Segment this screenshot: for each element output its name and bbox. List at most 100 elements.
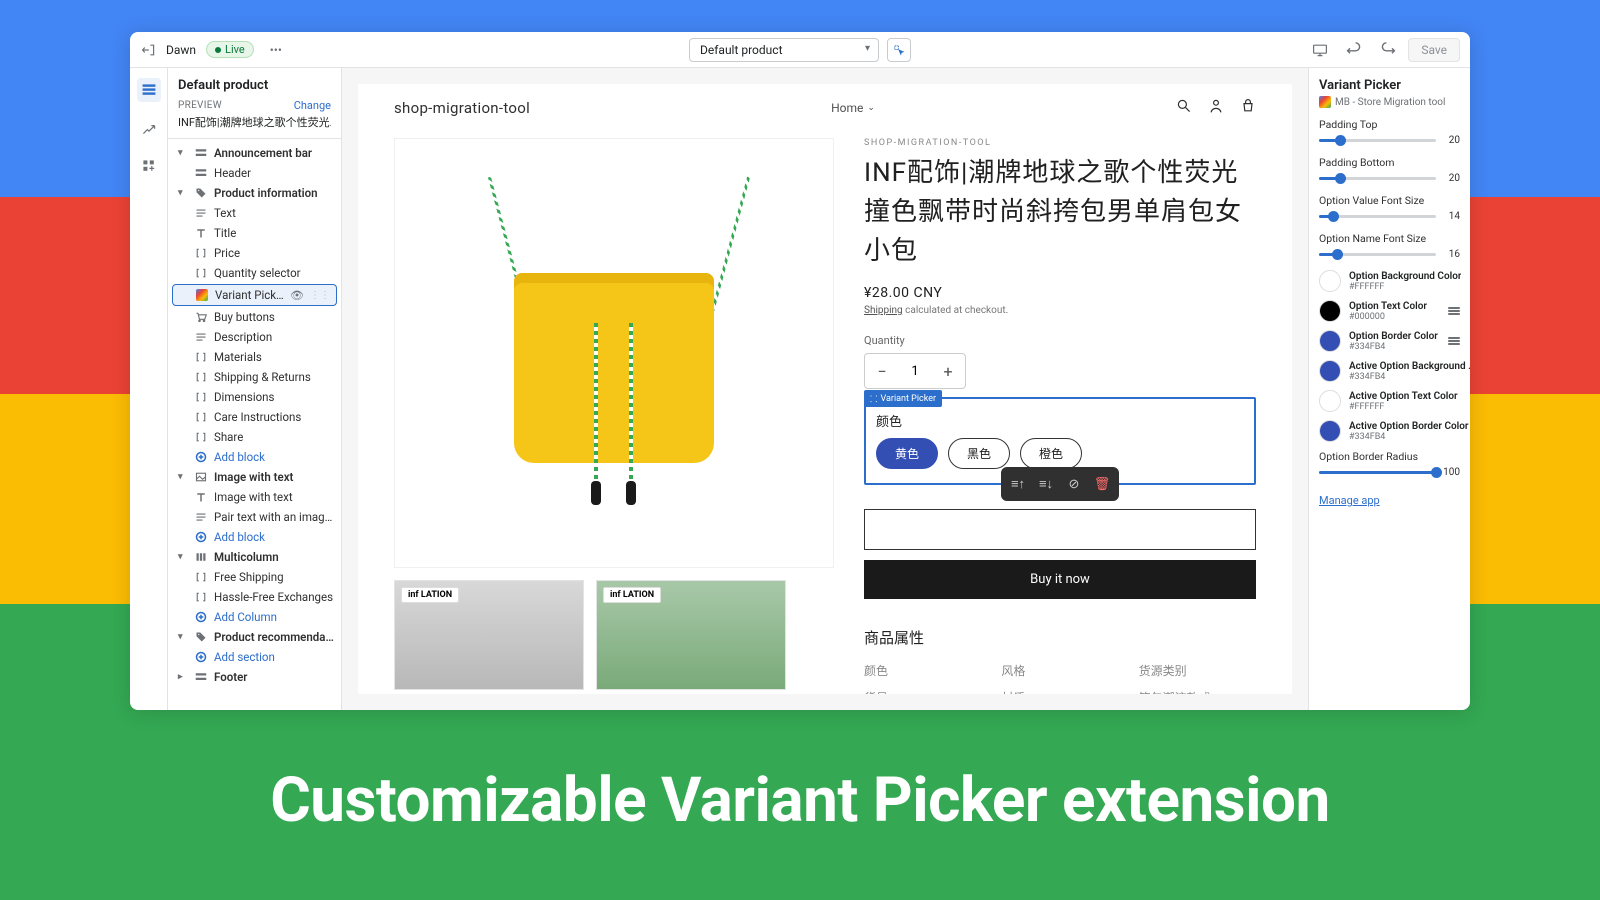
slider-label: Padding Top bbox=[1319, 118, 1460, 131]
attr-label: 箱包潮流款式 bbox=[1139, 689, 1256, 694]
product-thumb[interactable]: inf LATION bbox=[596, 580, 786, 690]
inspector-toggle[interactable] bbox=[887, 38, 911, 62]
block-toolbar: ≡↑ ≡↓ ⊘ 🗑 bbox=[1001, 467, 1119, 501]
move-down-icon[interactable]: ≡↓ bbox=[1033, 471, 1059, 497]
exit-icon[interactable] bbox=[140, 42, 156, 58]
tree-add-block[interactable]: Add block bbox=[168, 527, 341, 547]
tree-pair-text-with-an-image-to-f-[interactable]: Pair text with an image to f... bbox=[168, 507, 341, 527]
slider[interactable]: 16 bbox=[1319, 249, 1460, 260]
tree-add-block[interactable]: Add block bbox=[168, 447, 341, 467]
sections-panel: Default product PREVIEW Change INF配饰|潮牌地… bbox=[168, 68, 342, 710]
tree-variant-picker[interactable]: Variant Picker👁⋮⋮ bbox=[172, 284, 337, 306]
buy-now-button[interactable]: Buy it now bbox=[864, 560, 1256, 599]
tree-text[interactable]: Text bbox=[168, 203, 341, 223]
color-setting[interactable]: Active Option Background ...#334FB4 bbox=[1319, 360, 1460, 382]
tree-image-with-text[interactable]: ▾Image with text bbox=[168, 467, 341, 487]
product-title: INF配饰|潮牌地球之歌个性荧光撞色飘带时尚斜挎包男单肩包女小包 bbox=[864, 154, 1256, 271]
variant-option[interactable]: 黑色 bbox=[948, 438, 1010, 469]
attr-label: 风格 bbox=[1001, 662, 1118, 679]
color-setting[interactable]: Option Text Color#000000 bbox=[1319, 300, 1460, 322]
app-window: Dawn Live ••• Default product Save Defau… bbox=[130, 32, 1470, 710]
tree-share[interactable]: Share bbox=[168, 427, 341, 447]
template-select[interactable]: Default product bbox=[689, 38, 879, 62]
qty-input[interactable] bbox=[899, 354, 931, 388]
tree-materials[interactable]: Materials bbox=[168, 347, 341, 367]
delete-icon[interactable]: 🗑 bbox=[1089, 471, 1115, 497]
color-setting[interactable]: Active Option Border Color#334FB4 bbox=[1319, 420, 1460, 442]
add-to-cart-button[interactable] bbox=[864, 509, 1256, 550]
manage-app-link[interactable]: Manage app bbox=[1319, 494, 1380, 507]
tree-hassle-free-exchanges[interactable]: Hassle-Free Exchanges bbox=[168, 587, 341, 607]
desktop-view-icon[interactable] bbox=[1306, 36, 1334, 64]
move-up-icon[interactable]: ≡↑ bbox=[1005, 471, 1031, 497]
tree-image-with-text[interactable]: Image with text bbox=[168, 487, 341, 507]
preview-canvas: shop-migration-tool Home ⌄ bbox=[342, 68, 1308, 710]
theme-name: Dawn bbox=[166, 43, 196, 57]
tree-description[interactable]: Description bbox=[168, 327, 341, 347]
preview-product[interactable]: INF配饰|潮牌地球之歌个性荧光... bbox=[178, 114, 331, 130]
topbar: Dawn Live ••• Default product Save bbox=[130, 32, 1470, 68]
slider-label: Option Value Font Size bbox=[1319, 194, 1460, 207]
tree-multicolumn[interactable]: ▾Multicolumn bbox=[168, 547, 341, 567]
attr-label: 货源类别 bbox=[1139, 662, 1256, 679]
tree-price[interactable]: Price bbox=[168, 243, 341, 263]
tree-title[interactable]: Title bbox=[168, 223, 341, 243]
account-icon[interactable] bbox=[1208, 98, 1224, 118]
variant-option[interactable]: 橙色 bbox=[1020, 438, 1082, 469]
app-badge: MB - Store Migration tool bbox=[1319, 96, 1460, 108]
radius-slider[interactable]: 100 bbox=[1319, 467, 1460, 478]
attr-label: 颜色 bbox=[864, 662, 981, 679]
variant-option[interactable]: 黄色 bbox=[876, 438, 938, 469]
tree-shipping-returns[interactable]: Shipping & Returns bbox=[168, 367, 341, 387]
nav-home[interactable]: Home ⌄ bbox=[831, 101, 875, 115]
redo-icon[interactable] bbox=[1374, 36, 1402, 64]
save-button[interactable]: Save bbox=[1408, 38, 1460, 62]
status-badge: Live bbox=[206, 41, 254, 58]
more-menu[interactable]: ••• bbox=[264, 41, 288, 59]
product-image bbox=[394, 138, 834, 568]
preview-label: PREVIEW bbox=[178, 100, 222, 111]
tree-product-information[interactable]: ▾Product information bbox=[168, 183, 341, 203]
tree-buy-buttons[interactable]: Buy buttons bbox=[168, 307, 341, 327]
tree-add-column[interactable]: Add Column bbox=[168, 607, 341, 627]
slider-label: Padding Bottom bbox=[1319, 156, 1460, 169]
variant-picker-block[interactable]: ⸬ Variant Picker 颜色 黄色黑色橙色 ≡↑ ≡↓ ⊘ 🗑 bbox=[864, 397, 1256, 485]
tree-free-shipping[interactable]: Free Shipping bbox=[168, 567, 341, 587]
product-thumb[interactable]: inf LATION bbox=[394, 580, 584, 690]
change-preview-link[interactable]: Change bbox=[294, 99, 331, 112]
slider[interactable]: 14 bbox=[1319, 211, 1460, 222]
store-name: shop-migration-tool bbox=[394, 99, 530, 117]
slider[interactable]: 20 bbox=[1319, 135, 1460, 146]
visibility-icon: 👁 bbox=[290, 289, 304, 302]
color-setting[interactable]: Active Option Text Color#FFFFFF bbox=[1319, 390, 1460, 412]
radius-label: Option Border Radius bbox=[1319, 450, 1460, 463]
panel-title: Default product bbox=[168, 68, 341, 99]
product-vendor: SHOP-MIGRATION-TOOL bbox=[864, 138, 1256, 148]
tree-announcement-bar[interactable]: ▾Announcement bar bbox=[168, 143, 341, 163]
option-name: 颜色 bbox=[876, 411, 1244, 430]
rail-theme-icon[interactable] bbox=[137, 116, 161, 140]
rail-sections-icon[interactable] bbox=[137, 78, 161, 102]
settings-panel: Variant Picker MB - Store Migration tool… bbox=[1308, 68, 1470, 710]
quantity-stepper[interactable]: − + bbox=[864, 353, 966, 389]
attrs-title: 商品属性 bbox=[864, 627, 1256, 648]
tree-care-instructions[interactable]: Care Instructions bbox=[168, 407, 341, 427]
attr-label: 材质 bbox=[1001, 689, 1118, 694]
tree-dimensions[interactable]: Dimensions bbox=[168, 387, 341, 407]
tree-header[interactable]: Header bbox=[168, 163, 341, 183]
attr-label: 货号 bbox=[864, 689, 981, 694]
hide-icon[interactable]: ⊘ bbox=[1061, 471, 1087, 497]
cart-icon[interactable] bbox=[1240, 98, 1256, 118]
rail-apps-icon[interactable] bbox=[137, 154, 161, 178]
tree-quantity-selector[interactable]: Quantity selector bbox=[168, 263, 341, 283]
color-setting[interactable]: Option Background Color#FFFFFF bbox=[1319, 270, 1460, 292]
tree-add-section[interactable]: Add section bbox=[168, 647, 341, 667]
slider[interactable]: 20 bbox=[1319, 173, 1460, 184]
search-icon[interactable] bbox=[1176, 98, 1192, 118]
undo-icon[interactable] bbox=[1340, 36, 1368, 64]
tree-product-recommendations[interactable]: ▾Product recommendations bbox=[168, 627, 341, 647]
qty-minus[interactable]: − bbox=[865, 354, 899, 388]
tree-footer[interactable]: ▸Footer bbox=[168, 667, 341, 687]
qty-plus[interactable]: + bbox=[931, 354, 965, 388]
color-setting[interactable]: Option Border Color#334FB4 bbox=[1319, 330, 1460, 352]
